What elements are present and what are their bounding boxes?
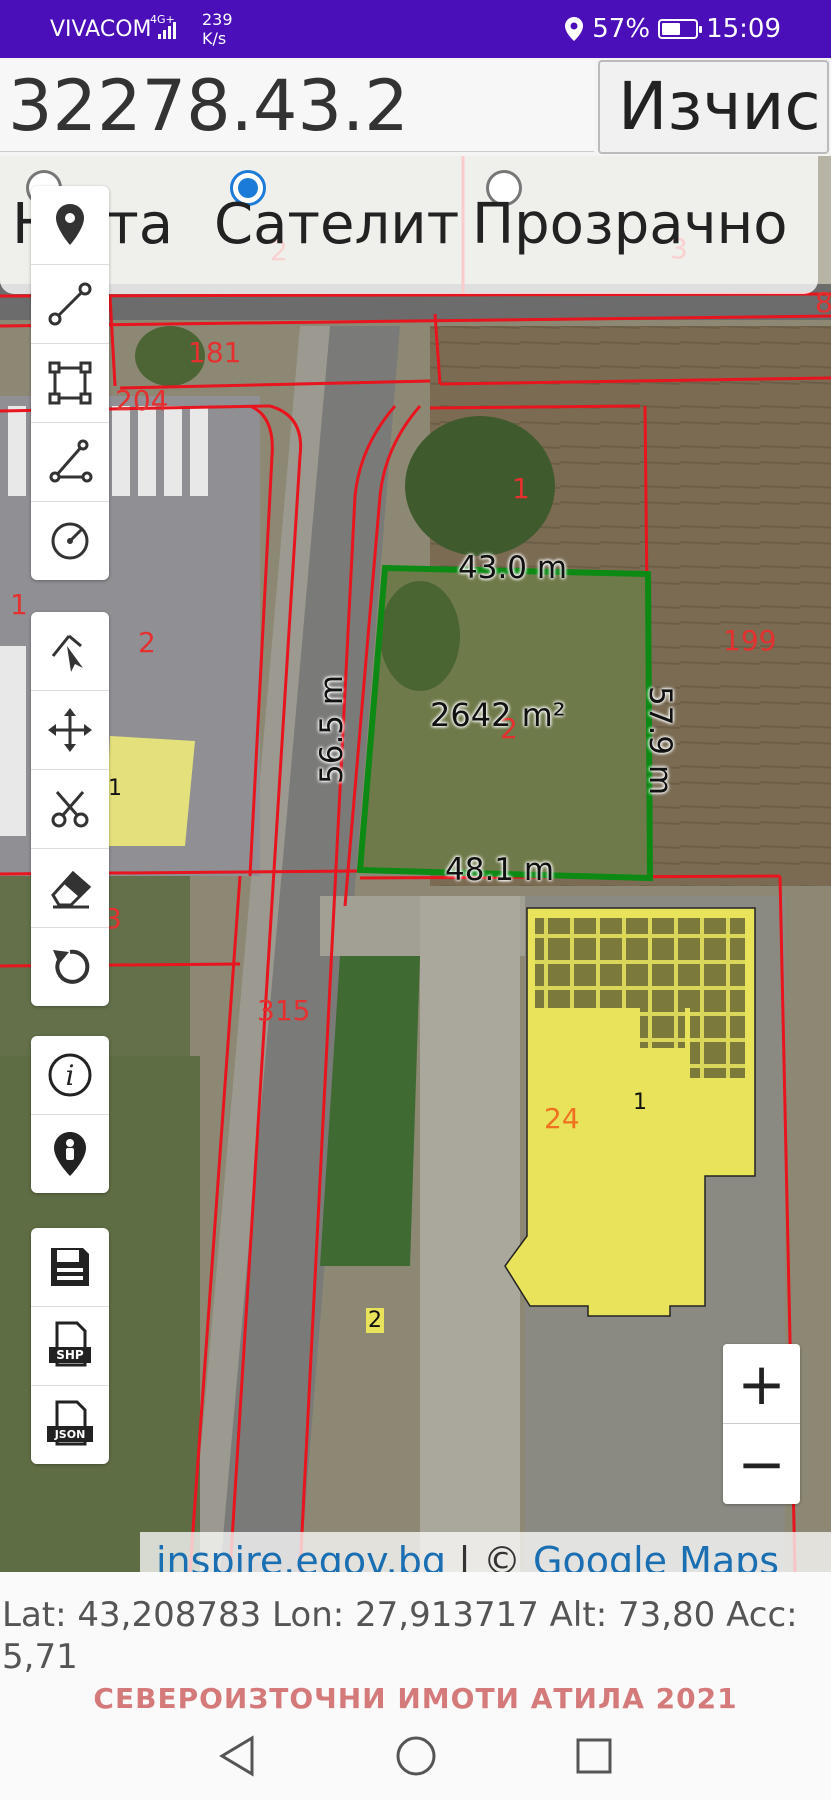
layer-label-satellite[interactable]: Сателит [214, 192, 459, 257]
shp-label: SHP [56, 1348, 84, 1362]
building-number: 1 [633, 1090, 647, 1115]
cut-icon[interactable] [31, 770, 109, 849]
save-icon[interactable] [31, 1228, 109, 1307]
network-speed: 239 K/s [202, 10, 233, 48]
clock: 15:09 [706, 14, 781, 44]
home-icon[interactable] [394, 1734, 438, 1778]
line-tool-icon[interactable] [31, 265, 109, 344]
status-bar: VIVACOM 4G+ 239 K/s 57% 15:09 [0, 0, 831, 58]
dimension-left: 56.5 m [314, 674, 350, 784]
parcel-number: 181 [188, 336, 242, 369]
layer-label-transparent[interactable]: Прозрачно [472, 192, 788, 257]
attribution-separator: | © [445, 1539, 534, 1572]
parcel-number: 2 [138, 626, 156, 659]
parcel-number: 1 [10, 588, 28, 621]
json-label: JSON [54, 1428, 86, 1441]
polygon-tool-icon[interactable] [31, 344, 109, 423]
my-location-icon[interactable] [31, 1115, 109, 1193]
zoom-control: + − [723, 1344, 800, 1504]
map-attribution: inspire.egov.bg | © Google Maps [140, 1532, 831, 1572]
parcel-number: 1 [512, 472, 530, 505]
calculate-button[interactable]: Изчис [598, 60, 829, 154]
footer-title: СЕВЕРОИЗТОЧНИ ИМОТИ АТИЛА 2021 [93, 1682, 738, 1715]
parcel-number: 199 [723, 624, 777, 657]
move-icon[interactable] [31, 691, 109, 770]
info-icon[interactable]: i [31, 1036, 109, 1115]
parcel-number: 24 [544, 1102, 580, 1135]
attribution-source-1[interactable]: inspire.egov.bg [156, 1539, 446, 1572]
zoom-out-button[interactable]: − [723, 1424, 800, 1503]
attribution-source-2[interactable]: Google Maps [533, 1539, 779, 1572]
edit-tools [31, 612, 109, 1006]
export-tools: SHP JSON [31, 1228, 109, 1464]
carrier-name: VIVACOM [50, 17, 152, 42]
recents-icon[interactable] [574, 1734, 614, 1778]
building-number: 1 [108, 776, 122, 801]
status-right: 57% 15:09 [564, 14, 781, 44]
zoom-in-button[interactable]: + [723, 1344, 800, 1424]
gps-readout: Lat: 43,208783 Lon: 27,913717 Alt: 73,80… [2, 1595, 798, 1677]
system-nav-bar [0, 1716, 831, 1800]
building-number: 2 [366, 1308, 384, 1333]
angle-tool-icon[interactable] [31, 423, 109, 502]
battery-icon [658, 19, 703, 39]
search-bar: Изчис [0, 58, 831, 156]
location-icon [565, 17, 584, 41]
shp-export-icon[interactable]: SHP [31, 1307, 109, 1386]
back-icon[interactable] [216, 1734, 256, 1778]
dimension-right: 57.9 m [642, 686, 678, 796]
draw-tools [31, 186, 109, 580]
parcel-number: 8 [815, 286, 831, 319]
circle-tool-icon[interactable] [31, 502, 109, 580]
satellite-map [0, 156, 831, 1572]
svg-text:i: i [66, 1059, 75, 1092]
eraser-icon[interactable] [31, 849, 109, 928]
parcel-area: 2642 m² [430, 696, 566, 734]
undo-icon[interactable] [31, 928, 109, 1006]
parcel-number: 204 [115, 384, 169, 417]
signal-icon [158, 22, 176, 39]
info-tools: i [31, 1036, 109, 1193]
battery-percent: 57% [592, 14, 651, 44]
parcel-id-input[interactable] [0, 60, 594, 152]
dimension-top: 43.0 m [458, 550, 568, 586]
json-export-icon[interactable]: JSON [31, 1386, 109, 1464]
dimension-bottom: 48.1 m [445, 852, 555, 888]
location-pin-icon[interactable] [31, 186, 109, 265]
parcel-number: 315 [257, 994, 311, 1027]
map-view[interactable]: 2 3 181 204 1 1 2 199 2 1 3 315 1 24 2 8… [0, 156, 831, 1572]
select-pointer-icon[interactable] [31, 612, 109, 691]
layer-selector: Н ота Сателит Прозрачно [0, 156, 818, 294]
